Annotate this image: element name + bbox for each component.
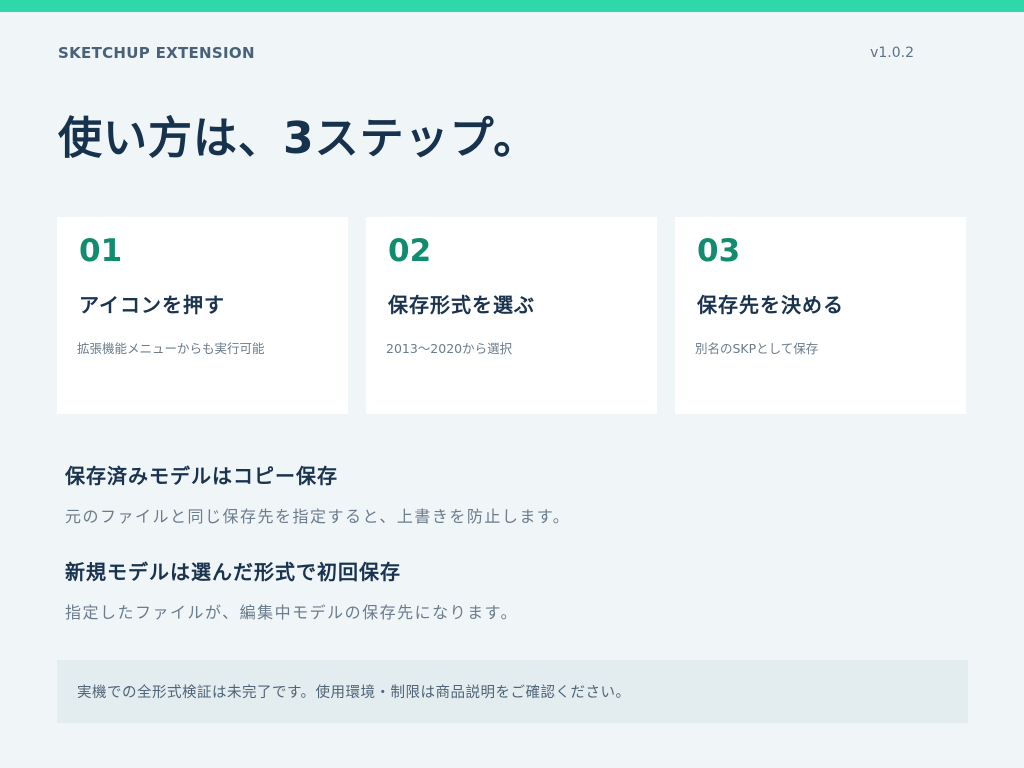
step-number: 03 xyxy=(697,233,741,269)
step-title: 保存形式を選ぶ xyxy=(388,293,535,317)
version-label: v1.0.2 xyxy=(870,45,914,61)
top-accent-bar xyxy=(0,0,1024,12)
section-title: 新規モデルは選んだ形式で初回保存 xyxy=(65,560,401,584)
step-description: 2013〜2020から選択 xyxy=(386,341,513,356)
step-title: 保存先を決める xyxy=(697,293,844,317)
notice-box: 実機での全形式検証は未完了です。使用環境・制限は商品説明をご確認ください。 xyxy=(57,660,968,723)
section-title: 保存済みモデルはコピー保存 xyxy=(65,464,338,488)
page-title: 使い方は、3ステップ。 xyxy=(58,113,539,164)
step-card-2: 02 保存形式を選ぶ 2013〜2020から選択 xyxy=(366,217,657,414)
brand-label: SKETCHUP EXTENSION xyxy=(58,44,255,62)
step-description: 拡張機能メニューからも実行可能 xyxy=(77,341,265,356)
section-description: 元のファイルと同じ保存先を指定すると、上書きを防止します。 xyxy=(65,507,571,526)
step-description: 別名のSKPとして保存 xyxy=(695,341,819,356)
step-title: アイコンを押す xyxy=(79,293,225,317)
step-number: 01 xyxy=(79,233,123,269)
step-number: 02 xyxy=(388,233,432,269)
section-description: 指定したファイルが、編集中モデルの保存先になります。 xyxy=(65,603,519,622)
info-section-copy-save: 保存済みモデルはコピー保存 元のファイルと同じ保存先を指定すると、上書きを防止し… xyxy=(65,460,570,527)
step-card-3: 03 保存先を決める 別名のSKPとして保存 xyxy=(675,217,966,414)
info-section-first-save: 新規モデルは選んだ形式で初回保存 指定したファイルが、編集中モデルの保存先になり… xyxy=(65,556,518,623)
step-card-1: 01 アイコンを押す 拡張機能メニューからも実行可能 xyxy=(57,217,348,414)
step-cards: 01 アイコンを押す 拡張機能メニューからも実行可能 02 保存形式を選ぶ 20… xyxy=(57,217,966,414)
